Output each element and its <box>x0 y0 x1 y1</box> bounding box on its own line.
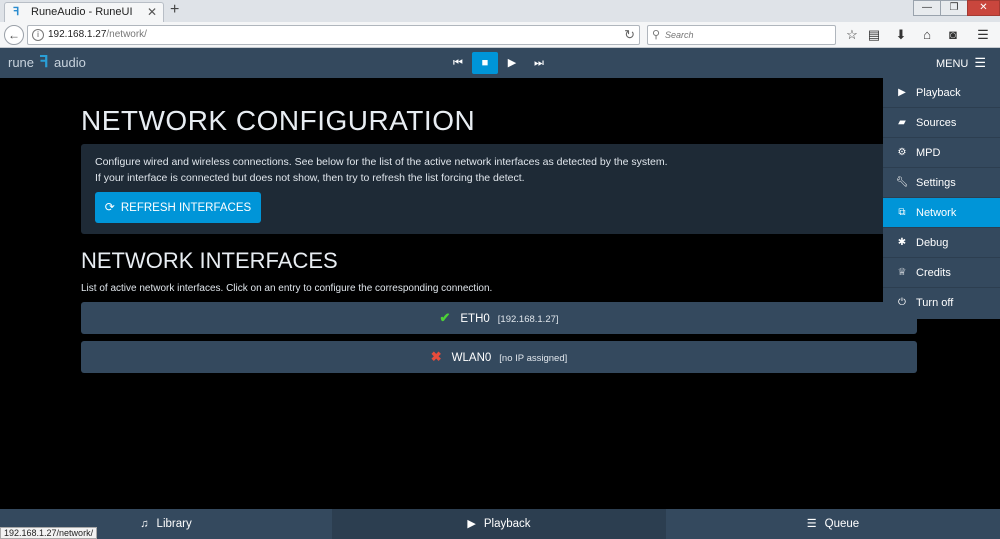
window-close-button[interactable]: ✕ <box>967 0 1000 16</box>
close-tab-icon[interactable]: ✕ <box>147 5 157 19</box>
play-icon: ▶ <box>898 87 906 98</box>
interface-name: WLAN0 <box>451 352 492 364</box>
hamburger-icon: ☰ <box>974 55 986 70</box>
refresh-interfaces-button[interactable]: ⟳ REFRESH INTERFACES <box>95 192 261 223</box>
search-icon: ⚲ <box>652 29 661 41</box>
refresh-icon: ⟳ <box>104 200 115 214</box>
list-icon: ☰ <box>806 518 817 530</box>
refresh-button-label: REFRESH INTERFACES <box>120 202 252 214</box>
menu-item-label: Sources <box>916 117 957 129</box>
search-bar[interactable]: ⚲ <box>647 25 836 45</box>
menu-item-sources[interactable]: ▰ Sources <box>883 108 1000 138</box>
downloads-icon[interactable]: ⬇ <box>892 26 910 44</box>
menu-item-network[interactable]: ⧉ Network <box>883 198 1000 228</box>
url-host: 192.168.1.27 <box>48 29 107 40</box>
tab-title: RuneAudio - RuneUI <box>31 6 133 18</box>
stop-button[interactable]: ■ <box>472 52 498 74</box>
home-icon[interactable]: ⌂ <box>918 26 936 44</box>
wrench-icon: 🔧︎ <box>895 177 909 188</box>
trophy-icon: ♕ <box>897 267 907 278</box>
interface-name: ETH0 <box>460 313 490 325</box>
url-text[interactable]: 192.168.1.27/network/ <box>48 29 147 40</box>
library-label: Library <box>156 518 192 530</box>
menu-item-mpd[interactable]: ⚙ MPD <box>883 138 1000 168</box>
playback-tab[interactable]: ▶ Playback <box>332 509 666 539</box>
play-icon: ▶ <box>467 518 476 530</box>
interfaces-subtitle: List of active network interfaces. Click… <box>81 283 493 294</box>
power-icon: ⏻ <box>898 297 906 308</box>
window-maximize-button[interactable]: ❐ <box>940 0 968 16</box>
playback-label: Playback <box>483 518 531 530</box>
back-button[interactable]: ← <box>4 25 24 45</box>
cross-icon: ✖ <box>430 349 442 364</box>
new-tab-icon[interactable]: + <box>170 1 179 19</box>
menu-item-turn-off[interactable]: ⏻ Turn off <box>883 288 1000 318</box>
music-icon: ♫ <box>140 518 149 530</box>
bug-icon: ✱ <box>897 237 907 248</box>
menu-item-label: Credits <box>916 267 951 279</box>
runeaudio-logo[interactable]: rune ꟻ audio <box>8 53 86 73</box>
check-icon: ✔ <box>439 310 451 325</box>
browser-nav-bar: ← i 192.168.1.27/network/ ↻ ⚲ ☆ ▤ ⬇ ⌂ ◙ … <box>0 22 1000 48</box>
main-menu-dropdown: ▶ Playback ▰ Sources ⚙ MPD 🔧︎ Settings ⧉ Netw… <box>883 78 1000 319</box>
queue-tab[interactable]: ☰ Queue <box>666 509 1000 539</box>
play-button[interactable]: ▶ <box>499 52 525 74</box>
cogs-icon: ⚙ <box>897 147 907 158</box>
interfaces-title: NETWORK INTERFACES <box>81 248 338 273</box>
reading-list-icon[interactable]: ▤ <box>865 26 883 44</box>
url-path: /network/ <box>106 29 147 40</box>
search-input[interactable] <box>665 28 830 42</box>
site-info-icon[interactable]: i <box>32 29 44 41</box>
reload-icon[interactable]: ↻ <box>624 27 635 43</box>
bottom-nav-bar: ♫ Library ▶ Playback ☰ Queue <box>0 509 1000 539</box>
interface-row-eth0[interactable]: ✔ ETH0 [192.168.1.27] <box>81 302 917 334</box>
menu-item-credits[interactable]: ♕ Credits <box>883 258 1000 288</box>
menu-item-label: Network <box>916 207 957 219</box>
next-track-button[interactable]: ⏭ <box>526 52 552 74</box>
menu-item-label: MPD <box>916 147 941 159</box>
interface-ip: [192.168.1.27] <box>497 314 559 325</box>
logo-text-left: rune <box>8 55 35 70</box>
menu-item-label: Turn off <box>916 297 954 309</box>
menu-toggle-button[interactable]: MENU ☰ <box>936 53 986 74</box>
browser-menu-icon[interactable]: ☰ <box>974 26 992 44</box>
queue-label: Queue <box>824 518 860 530</box>
interface-row-wlan0[interactable]: ✖ WLAN0 [no IP assigned] <box>81 341 917 373</box>
app-header: rune ꟻ audio ⏮ ■ ▶ ⏭ MENU ☰ <box>0 48 1000 78</box>
menu-item-debug[interactable]: ✱ Debug <box>883 228 1000 258</box>
menu-item-label: Debug <box>916 237 949 249</box>
browser-tab[interactable]: ꟻ RuneAudio - RuneUI ✕ <box>4 2 164 22</box>
status-url-tooltip: 192.168.1.27/network/ <box>0 527 98 539</box>
pocket-icon[interactable]: ◙ <box>944 26 962 44</box>
info-panel: Configure wired and wireless connections… <box>81 144 917 234</box>
menu-item-label: Settings <box>916 177 956 189</box>
menu-label: MENU <box>935 58 969 70</box>
browser-tab-bar: ꟻ RuneAudio - RuneUI ✕ + — ❐ ✕ <box>0 0 1000 22</box>
window-minimize-button[interactable]: — <box>913 0 941 16</box>
folder-icon: ▰ <box>898 117 906 128</box>
runeaudio-favicon-icon: ꟻ <box>13 6 20 18</box>
info-text-line1: Configure wired and wireless connections… <box>95 156 668 168</box>
interface-ip: [no IP assigned] <box>499 353 568 364</box>
url-bar[interactable]: i 192.168.1.27/network/ ↻ <box>27 25 640 45</box>
page-title: NETWORK CONFIGURATION <box>81 105 476 136</box>
info-text-line2: If your interface is connected but does … <box>95 172 525 184</box>
sitemap-icon: ⧉ <box>898 207 906 218</box>
menu-item-label: Playback <box>916 87 961 99</box>
menu-item-playback[interactable]: ▶ Playback <box>883 78 1000 108</box>
menu-item-settings[interactable]: 🔧︎ Settings <box>883 168 1000 198</box>
bookmark-star-icon[interactable]: ☆ <box>843 26 861 44</box>
logo-text-right: audio <box>54 55 86 70</box>
rune-logo-icon: ꟻ <box>39 54 49 71</box>
previous-track-button[interactable]: ⏮ <box>445 52 471 74</box>
